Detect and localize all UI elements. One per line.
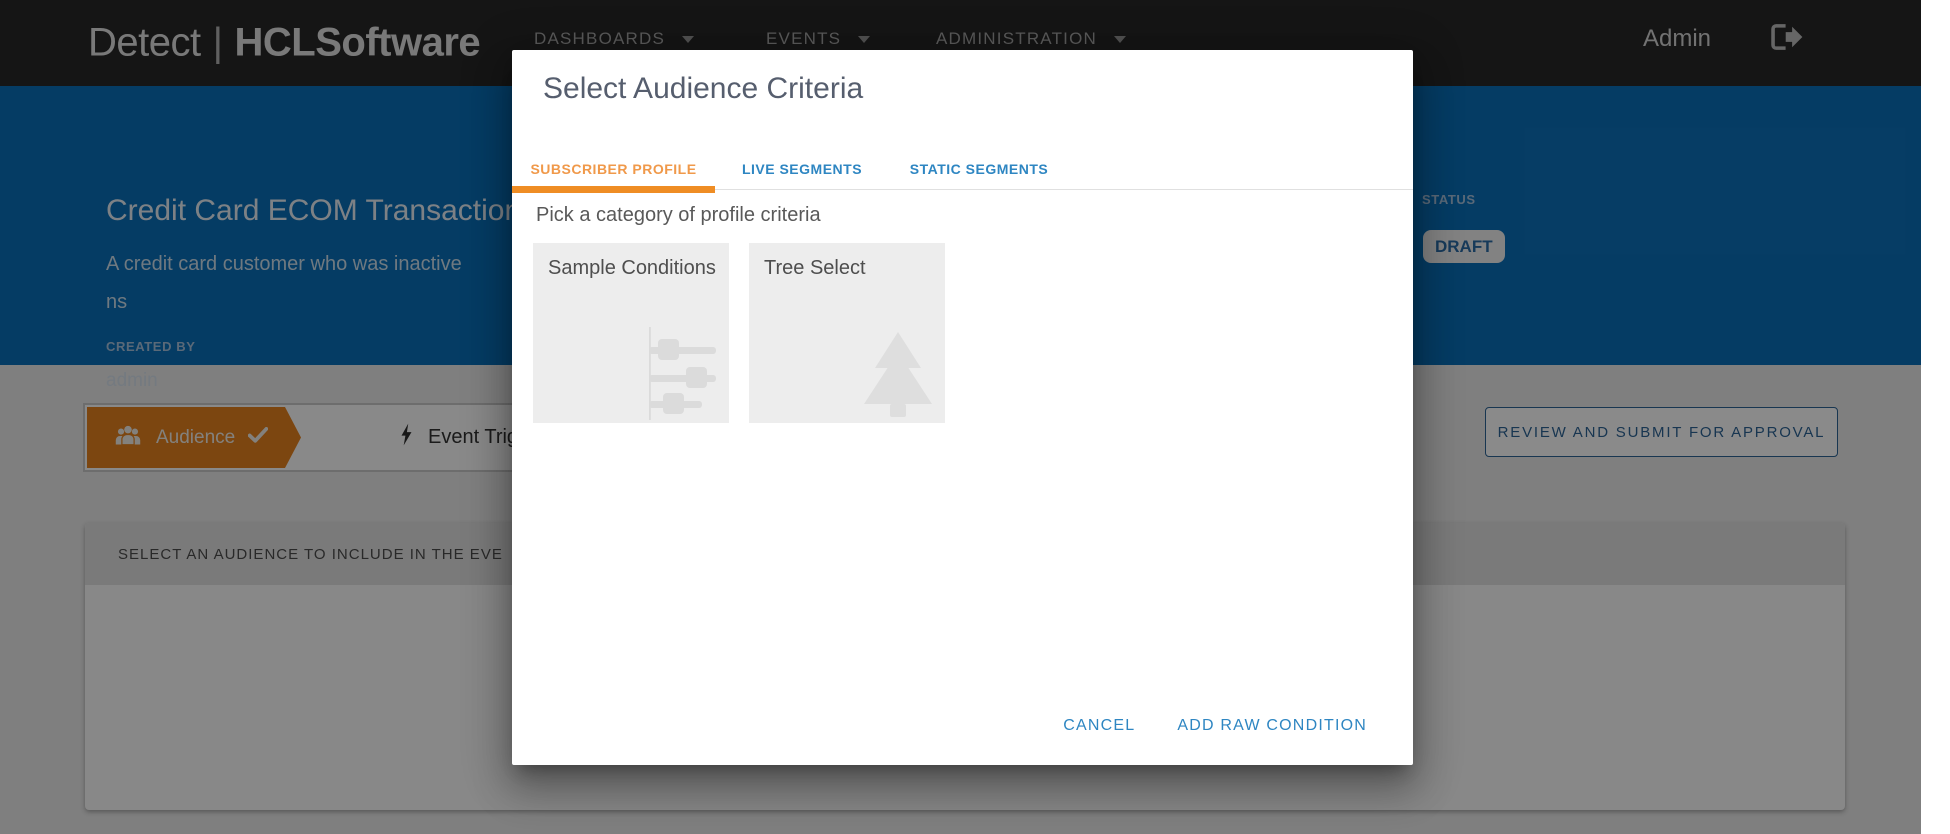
dialog-title: Select Audience Criteria — [543, 72, 863, 106]
cancel-button[interactable]: CANCEL — [1063, 717, 1135, 735]
card-sample-conditions[interactable]: Sample Conditions — [533, 243, 729, 423]
tab-static-segments[interactable]: STATIC SEGMENTS — [889, 145, 1069, 193]
dialog-tabs: SUBSCRIBER PROFILE LIVE SEGMENTS STATIC … — [512, 145, 1413, 193]
card-tree-select-label: Tree Select — [764, 257, 866, 280]
tab-live-segments[interactable]: LIVE SEGMENTS — [715, 145, 889, 193]
select-audience-criteria-dialog: Select Audience Criteria SUBSCRIBER PROF… — [512, 50, 1413, 765]
dialog-actions: CANCEL ADD RAW CONDITION — [1063, 717, 1367, 735]
tree-icon — [858, 328, 938, 418]
criteria-cards: Sample Conditions Tree Select — [533, 243, 945, 423]
add-raw-condition-button[interactable]: ADD RAW CONDITION — [1177, 717, 1367, 735]
card-tree-select[interactable]: Tree Select — [749, 243, 945, 423]
right-gutter — [1921, 0, 1950, 834]
dialog-prompt: Pick a category of profile criteria — [536, 204, 821, 227]
sliders-icon — [646, 327, 722, 420]
card-sample-conditions-label: Sample Conditions — [548, 257, 716, 280]
active-tab-underline — [512, 186, 715, 193]
